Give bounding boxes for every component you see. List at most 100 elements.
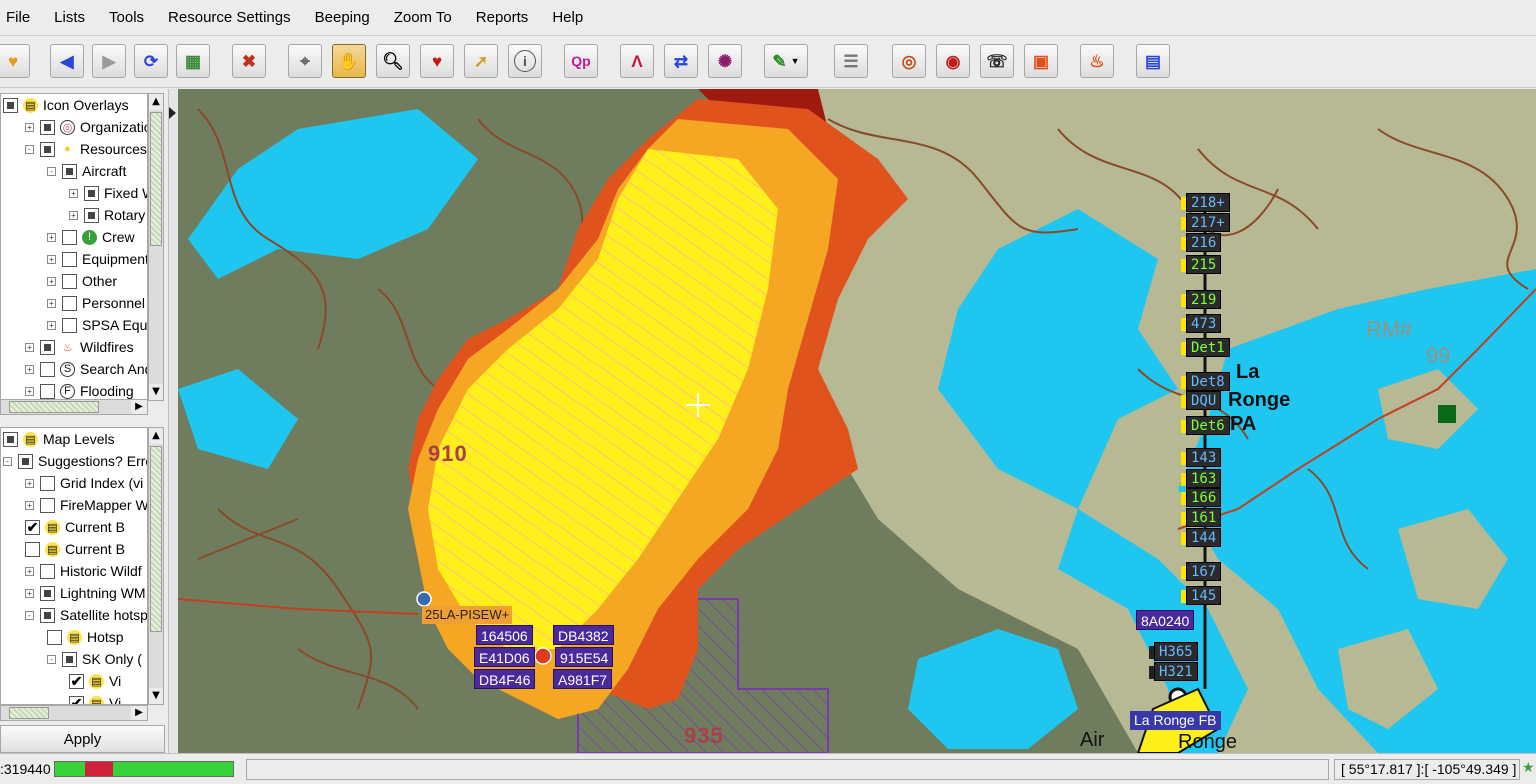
swap-button[interactable]: ⇄ (664, 44, 698, 78)
tree-checkbox[interactable]: ✔ (69, 673, 84, 689)
expand-icon[interactable]: + (47, 298, 56, 308)
menu-help[interactable]: Help (540, 0, 595, 36)
tree-item[interactable]: + FireMapper W (1, 494, 147, 516)
levels-vertical-scrollbar[interactable]: ▲ ▼ (148, 427, 164, 705)
draw-dropdown-button[interactable]: ✎ ▼ (764, 44, 808, 78)
tree-checkbox[interactable] (3, 97, 18, 113)
resource-tag[interactable]: 215 (1180, 255, 1222, 274)
resource-tag[interactable]: DQU (1180, 391, 1222, 410)
fire-id-tag[interactable]: 25LA-PISEW+ (422, 606, 513, 624)
tree-item[interactable]: + Historic Wildf (1, 560, 147, 582)
expand-icon[interactable]: + (25, 566, 34, 576)
aircraft-tag[interactable]: 164506 (476, 625, 533, 645)
expand-icon[interactable]: + (69, 188, 78, 198)
expand-icon[interactable]: + (25, 342, 34, 352)
tree-item[interactable]: ▤ Hotsp (1, 626, 147, 648)
pan-button[interactable]: ✋ (332, 44, 366, 78)
resource-tag[interactable]: Det1 (1181, 338, 1230, 357)
tree-item[interactable]: ▤ Map Levels (1, 428, 147, 450)
tree-item[interactable]: ▤ Current B (1, 538, 147, 560)
expand-icon[interactable]: + (25, 386, 34, 396)
overlays-vertical-scrollbar[interactable]: ▲ ▼ (148, 93, 164, 401)
fire-report-button[interactable]: ♨ (1080, 44, 1114, 78)
pointer-button[interactable]: ➚ (464, 44, 498, 78)
collapse-icon[interactable]: - (3, 456, 12, 466)
menu-file[interactable]: File (0, 0, 42, 36)
tree-checkbox[interactable] (62, 163, 77, 179)
tree-item[interactable]: +! Crew (1, 226, 147, 248)
resource-tag[interactable]: 145 (1180, 586, 1222, 605)
tree-checkbox[interactable] (40, 361, 55, 377)
tree-item[interactable]: ✔ ▤ Vi (1, 692, 147, 704)
tree-checkbox[interactable] (40, 563, 55, 579)
tree-item[interactable]: ✔ ▤ Vi (1, 670, 147, 692)
resource-tag[interactable]: 218+ (1181, 193, 1230, 212)
levels-horizontal-scrollbar[interactable]: ▶ (0, 705, 148, 721)
map-view[interactable]: 910 935 La Ronge PA Air Ronge RM# 99 La … (178, 89, 1536, 753)
tree-checkbox[interactable] (62, 273, 77, 289)
aircraft-tag[interactable]: 8A0240 (1136, 610, 1195, 630)
back-button[interactable]: ◀ (50, 44, 84, 78)
resource-tag[interactable]: Det6 (1181, 416, 1230, 435)
list-button[interactable]: ☰ (834, 44, 868, 78)
tree-item[interactable]: - ● Resources (1, 138, 147, 160)
layers-button[interactable]: ▦ (176, 44, 210, 78)
resource-tag[interactable]: 161 (1180, 508, 1222, 527)
book-button[interactable]: ▤ (1136, 44, 1170, 78)
measure-button[interactable]: Λ (620, 44, 654, 78)
tree-checkbox[interactable] (62, 651, 77, 667)
scroll-up-icon[interactable]: ▲ (149, 94, 163, 110)
menu-tools[interactable]: Tools (97, 0, 156, 36)
tree-item[interactable]: - SK Only ( (1, 648, 147, 670)
tree-item[interactable]: + SPSA Equipm (1, 314, 147, 336)
resource-tag[interactable]: 219 (1180, 290, 1222, 309)
tree-checkbox[interactable] (40, 607, 55, 623)
hscroll-thumb[interactable] (9, 401, 99, 413)
tree-item[interactable]: - Satellite hotsp (1, 604, 147, 626)
resource-tag[interactable]: 166 (1180, 488, 1222, 507)
tree-checkbox[interactable] (40, 141, 55, 157)
tree-checkbox[interactable] (47, 629, 62, 645)
tree-item[interactable]: + Equipment (1, 248, 147, 270)
tree-checkbox[interactable] (62, 229, 77, 245)
resource-tag[interactable]: 167 (1180, 562, 1222, 581)
tree-checkbox[interactable] (40, 383, 55, 399)
expand-icon[interactable]: + (47, 232, 56, 242)
tree-checkbox[interactable] (84, 185, 99, 201)
expand-icon[interactable]: + (25, 122, 34, 132)
apply-button[interactable]: Apply (0, 725, 165, 753)
scroll-up-icon[interactable]: ▲ (149, 428, 163, 444)
expand-icon[interactable]: + (25, 588, 34, 598)
tree-checkbox[interactable] (18, 453, 33, 469)
home-button[interactable]: ♥ (0, 44, 30, 78)
expand-icon[interactable]: + (25, 478, 34, 488)
collapse-icon[interactable]: - (47, 654, 56, 664)
overlays-horizontal-scrollbar[interactable]: ▶ (0, 399, 148, 415)
forward-button[interactable]: ▶ (92, 44, 126, 78)
target-button[interactable]: ✺ (708, 44, 742, 78)
aircraft-tag[interactable]: DB4F46 (474, 669, 536, 689)
scroll-right-icon[interactable]: ▶ (131, 706, 147, 720)
tree-item[interactable]: + Grid Index (vi (1, 472, 147, 494)
tree-checkbox[interactable] (40, 475, 55, 491)
expand-icon[interactable]: + (47, 254, 56, 264)
marker-button[interactable]: ♥ (420, 44, 454, 78)
select-button[interactable]: ⌖ (288, 44, 322, 78)
tree-checkbox[interactable] (62, 317, 77, 333)
expand-icon[interactable]: + (69, 210, 78, 220)
tree-checkbox[interactable]: ✔ (25, 519, 40, 535)
expand-icon[interactable]: + (47, 276, 56, 286)
resource-tag[interactable]: Det8 (1181, 372, 1230, 391)
collapse-icon[interactable]: - (47, 166, 56, 176)
tree-checkbox[interactable] (40, 119, 55, 135)
panel-splitter[interactable] (168, 89, 178, 753)
scroll-down-icon[interactable]: ▼ (149, 384, 163, 400)
tree-item[interactable]: + Personnel (1, 292, 147, 314)
resource-tag[interactable]: 473 (1180, 314, 1222, 333)
tree-checkbox[interactable] (62, 295, 77, 311)
dispatch-button[interactable]: ◎ (892, 44, 926, 78)
phone-button[interactable]: ☏ (980, 44, 1014, 78)
tree-checkbox[interactable] (25, 541, 40, 557)
tree-item[interactable]: + Rotary W (1, 204, 147, 226)
menu-zoom-to[interactable]: Zoom To (382, 0, 464, 36)
